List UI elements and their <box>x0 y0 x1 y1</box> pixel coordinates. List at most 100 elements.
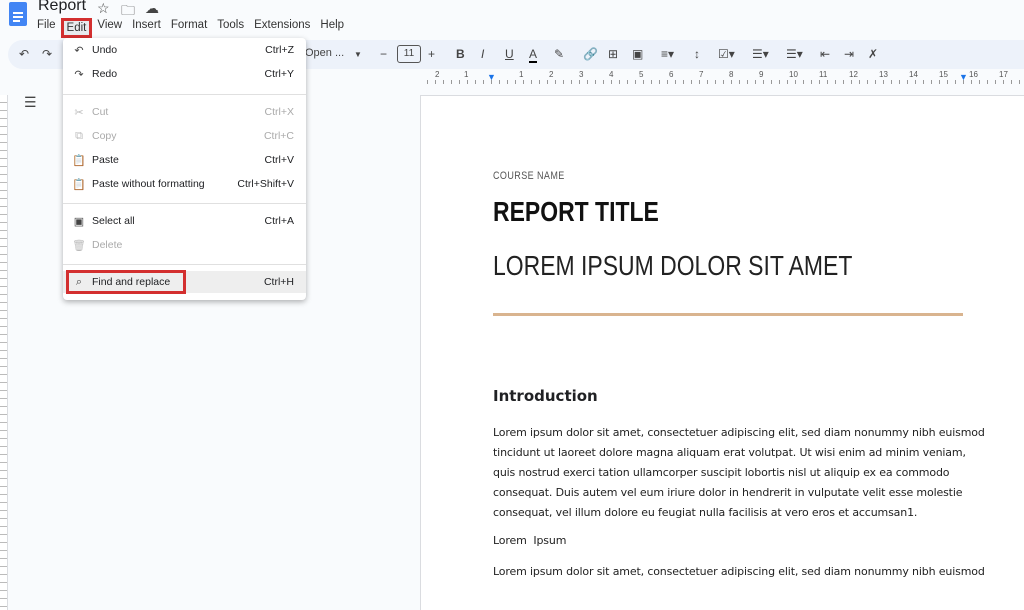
menu-item-label: Cut <box>92 106 109 118</box>
font-select[interactable]: Open ... <box>305 47 344 59</box>
cut-icon: ✂ <box>74 106 84 119</box>
select-all-icon: ▣ <box>73 215 85 228</box>
menu-item-undo[interactable]: ↶ Undo Ctrl+Z <box>63 39 306 61</box>
text-cursor-line: Lorem Ipsum <box>493 534 567 547</box>
menu-item-label: Redo <box>92 68 118 80</box>
highlight-box <box>66 270 186 294</box>
menu-item-shortcut: Ctrl+H <box>263 276 294 288</box>
copy-icon: ⧉ <box>75 129 83 142</box>
menu-item-label: Select all <box>92 215 135 227</box>
bullet-list-icon[interactable]: ☰▾ <box>752 47 769 61</box>
menu-tools[interactable]: Tools <box>212 18 249 38</box>
vertical-ruler <box>0 95 8 610</box>
menu-item-shortcut: Ctrl+Shift+V <box>237 178 294 190</box>
ruler-label: 14 <box>909 70 918 79</box>
increase-size-icon[interactable]: + <box>428 47 435 61</box>
menu-extensions[interactable]: Extensions <box>249 18 315 38</box>
ruler-label: 11 <box>819 70 828 79</box>
redo-icon[interactable]: ↷ <box>42 47 52 61</box>
menu-divider <box>63 94 306 95</box>
menu-divider <box>63 264 306 265</box>
menu-insert[interactable]: Insert <box>127 18 166 38</box>
ruler-label: 6 <box>669 70 674 79</box>
menu-item-shortcut: Ctrl+Z <box>265 44 294 56</box>
ruler-label: 1 <box>519 70 524 79</box>
paste-icon: 📋 <box>72 154 86 167</box>
italic-icon[interactable]: I <box>481 47 484 61</box>
decrease-size-icon[interactable]: − <box>380 47 387 61</box>
ruler-label: 5 <box>639 70 644 79</box>
increase-indent-icon[interactable]: ⇥ <box>844 47 854 61</box>
menu-item-label: Delete <box>92 239 123 251</box>
ruler-label: 1 <box>464 70 469 79</box>
menu-item-find-and-replace[interactable]: ⌕ Find and replace Ctrl+H <box>63 270 306 294</box>
edit-menu-dropdown: ↶ Undo Ctrl+Z ↷ Redo Ctrl+Y ✂ Cut Ctrl+X ⧉ Copy Ctr… <box>63 38 306 300</box>
text-color-icon[interactable]: A <box>529 47 538 63</box>
link-icon[interactable]: 🔗 <box>583 47 598 61</box>
report-subtitle: LOREM IPSUM DOLOR SIT AMET <box>493 250 853 281</box>
menu-item-delete[interactable]: 🗑 Delete <box>63 234 306 256</box>
menu-item-label: Undo <box>92 44 118 56</box>
menu-item-cut[interactable]: ✂ Cut Ctrl+X <box>63 101 306 123</box>
menu-item-paste-without-formatting[interactable]: 📋 Paste without formatting Ctrl+Shift+V <box>63 173 306 195</box>
heading-introduction: Introduction <box>493 387 598 405</box>
ruler-label: 3 <box>579 70 584 79</box>
menu-divider <box>63 203 306 204</box>
clear-formatting-icon[interactable]: ✗ <box>868 47 878 61</box>
ruler-label: 2 <box>435 70 440 79</box>
cloud-status-icon[interactable]: ☁ <box>145 0 159 17</box>
comment-icon[interactable]: ⊞ <box>608 47 618 61</box>
paragraph: Lorem ipsum dolor sit amet, consectetuer… <box>493 423 985 523</box>
ruler-label: 17 <box>999 70 1008 79</box>
paragraph-line: quis nostrud exerci tation ullamcorper s… <box>493 466 950 479</box>
image-icon[interactable]: ▣ <box>632 47 643 61</box>
menu-item-shortcut: Ctrl+X <box>264 106 294 118</box>
paragraph-line: consequat, vel illum dolore eu feugiat n… <box>493 506 918 519</box>
paragraph: Lorem ipsum dolor sit amet, consectetuer… <box>493 562 985 582</box>
menu-item-copy[interactable]: ⧉ Copy Ctrl+C <box>63 125 306 147</box>
ruler-label: 4 <box>609 70 614 79</box>
paragraph-line: Lorem ipsum dolor sit amet, consectetuer… <box>493 565 985 578</box>
paragraph-line: tincidunt ut laoreet dolore magna aliqua… <box>493 446 966 459</box>
ruler-label: 16 <box>969 70 978 79</box>
text-line: Lorem Ipsum <box>493 531 566 551</box>
menu-edit[interactable]: Edit <box>60 18 93 38</box>
ruler-label: 10 <box>789 70 798 79</box>
menu-help[interactable]: Help <box>315 18 349 38</box>
document-title[interactable]: Report <box>38 0 86 15</box>
menu-item-label: Paste <box>92 154 119 166</box>
underline-icon[interactable]: U <box>505 47 514 61</box>
menu-item-redo[interactable]: ↷ Redo Ctrl+Y <box>63 63 306 85</box>
horizontal-ruler[interactable]: 21123456789101112131415161718▼▼ <box>420 70 1024 84</box>
star-icon[interactable]: ☆ <box>97 0 110 17</box>
numbered-list-icon[interactable]: ☰▾ <box>786 47 803 61</box>
redo-icon: ↷ <box>74 68 84 81</box>
menu-format[interactable]: Format <box>166 18 212 38</box>
divider-line <box>493 313 963 316</box>
paragraph-line: consequat. Duis autem vel eum iriure dol… <box>493 486 963 499</box>
menu-bar: File Edit View Insert Format Tools Extensions H… <box>32 18 349 38</box>
menu-item-label: Copy <box>92 130 117 142</box>
undo-icon: ↶ <box>74 44 84 57</box>
checklist-icon[interactable]: ☑▾ <box>718 47 735 61</box>
bold-icon[interactable]: B <box>456 47 465 61</box>
line-spacing-icon[interactable]: ↕ <box>694 47 700 61</box>
menu-file[interactable]: File <box>32 18 61 38</box>
left-indent-marker[interactable]: ▼ <box>487 72 496 82</box>
align-icon[interactable]: ≡▾ <box>661 47 674 61</box>
delete-icon: 🗑 <box>72 239 86 252</box>
docs-logo[interactable] <box>9 2 27 26</box>
undo-icon[interactable]: ↶ <box>19 47 29 61</box>
paragraph-line: Lorem ipsum dolor sit amet, consectetuer… <box>493 426 985 439</box>
chevron-down-icon[interactable]: ▼ <box>354 50 362 59</box>
menu-item-select-all[interactable]: ▣ Select all Ctrl+A <box>63 210 306 232</box>
menu-view[interactable]: View <box>92 18 127 38</box>
right-indent-marker[interactable]: ▼ <box>959 72 968 82</box>
outline-icon[interactable]: ☰ <box>24 94 37 111</box>
font-size-input[interactable]: 11 <box>397 45 421 63</box>
menu-item-label: Paste without formatting <box>92 178 205 190</box>
highlight-icon[interactable]: ✎ <box>554 47 564 61</box>
decrease-indent-icon[interactable]: ⇤ <box>820 47 830 61</box>
menu-item-paste[interactable]: 📋 Paste Ctrl+V <box>63 149 306 171</box>
ruler-label: 12 <box>849 70 858 79</box>
